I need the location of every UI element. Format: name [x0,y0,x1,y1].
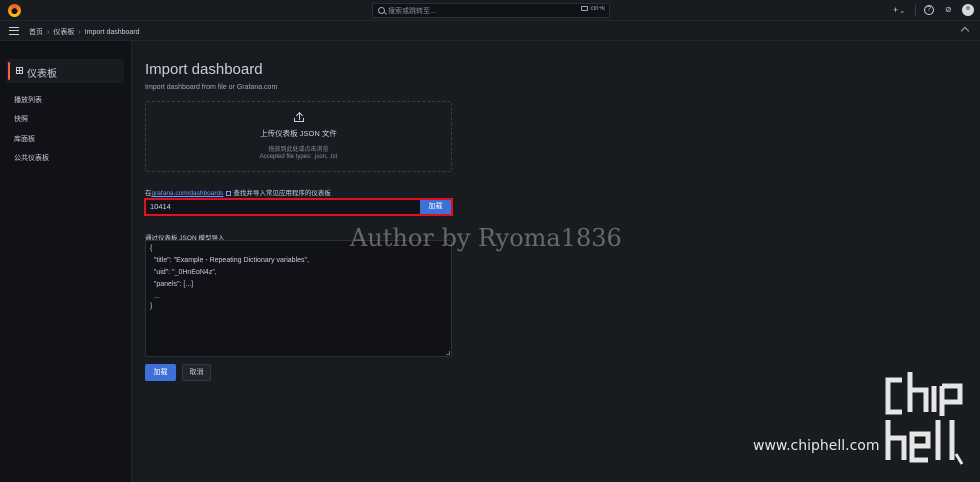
json-line: "uid": "_0HnEoN4z", [150,269,217,276]
help-icon[interactable]: ? [924,5,934,15]
json-line: { [150,245,153,252]
grafana-import-label: 在grafana.com/dashboards 查找并导入常见应用程序的仪表板 [145,187,331,197]
grafana-id-row: 10414 加载 [144,198,453,216]
external-link-icon [226,190,232,196]
upload-file-types: Accepted file types: .json, .txt [259,154,338,160]
sidebar-item-snapshots[interactable]: 快照 [14,114,28,124]
load-id-button[interactable]: 加载 [420,200,451,214]
upload-title: 上传仪表板 JSON 文件 [260,129,337,138]
sidebar-title: 仪表板 [27,69,57,80]
author-watermark: Author by Ryoma1836 [350,224,622,252]
chevron-down-icon: ⌄ [899,8,906,15]
page-title: Import dashboard [145,61,263,78]
grafana-dashboards-link[interactable]: grafana.com/dashboards [152,190,224,197]
breadcrumb: 首页 › 仪表板 › Import dashboard [29,27,140,37]
json-line: } [150,303,153,310]
chiphell-logo-icon [885,372,964,465]
file-upload-dropzone[interactable]: 上传仪表板 JSON 文件 拖放到此处或点击浏览 Accepted file t… [145,101,452,172]
json-line: ... [150,293,160,300]
dashboard-id-input[interactable]: 10414 [146,200,420,214]
breadcrumb-current: Import dashboard [84,29,140,36]
grafana-label-suffix: 查找并导入常见应用程序的仪表板 [233,190,331,197]
site-watermark: www.chiphell.com [753,438,880,454]
json-line: "panels": [...] [150,281,194,288]
breadcrumb-separator: › [78,29,81,36]
page-subtitle: Import dashboard from file or Grafana.co… [145,84,278,91]
upload-icon [294,111,304,122]
upload-hint: 拖放到此处或点击浏览 [268,147,329,153]
sidebar-section-dashboards[interactable]: 仪表板 [6,59,124,83]
search-input[interactable]: 搜索或跳转至... ctrl+k [372,3,610,18]
main-content: Import dashboard Import dashboard from f… [131,41,980,482]
news-feed-icon[interactable]: ⊘ [945,4,952,16]
sidebar-item-playlists[interactable]: 播放列表 [14,95,42,105]
keyboard-icon [581,6,589,11]
search-placeholder: 搜索或跳转至... [388,8,436,15]
chevron-up-icon[interactable] [960,26,970,36]
apps-grid-icon [16,67,23,74]
keyboard-shortcut: ctrl+k [581,6,605,12]
sidebar: 仪表板 播放列表 快照 库面板 公共仪表板 [0,41,131,482]
sidebar-item-library-panels[interactable]: 库面板 [14,134,35,144]
search-icon [378,7,385,14]
top-bar: 搜索或跳转至... ctrl+k +⌄ ? ⊘ [0,0,980,21]
json-model-textarea[interactable]: { "title": "Example - Repeating Dictiona… [145,240,452,357]
breadcrumb-separator: › [47,29,50,36]
resize-handle-icon[interactable] [446,351,450,355]
divider [915,5,916,16]
sidebar-item-public-dashboards[interactable]: 公共仪表板 [14,153,49,163]
plus-icon: + [893,5,899,15]
breadcrumb-dashboards[interactable]: 仪表板 [53,29,74,36]
breadcrumb-bar: 首页 › 仪表板 › Import dashboard [0,21,980,41]
user-avatar[interactable] [962,4,974,16]
json-line: "title": "Example - Repeating Dictionary… [150,257,309,264]
load-button[interactable]: 加载 [145,364,176,381]
grafana-logo-icon[interactable] [8,4,21,17]
shortcut-text: ctrl+k [590,6,605,13]
cancel-button[interactable]: 取消 [182,364,211,381]
breadcrumb-home[interactable]: 首页 [29,29,43,36]
add-new-button[interactable]: +⌄ [893,4,905,18]
hamburger-menu-icon[interactable] [9,27,19,35]
